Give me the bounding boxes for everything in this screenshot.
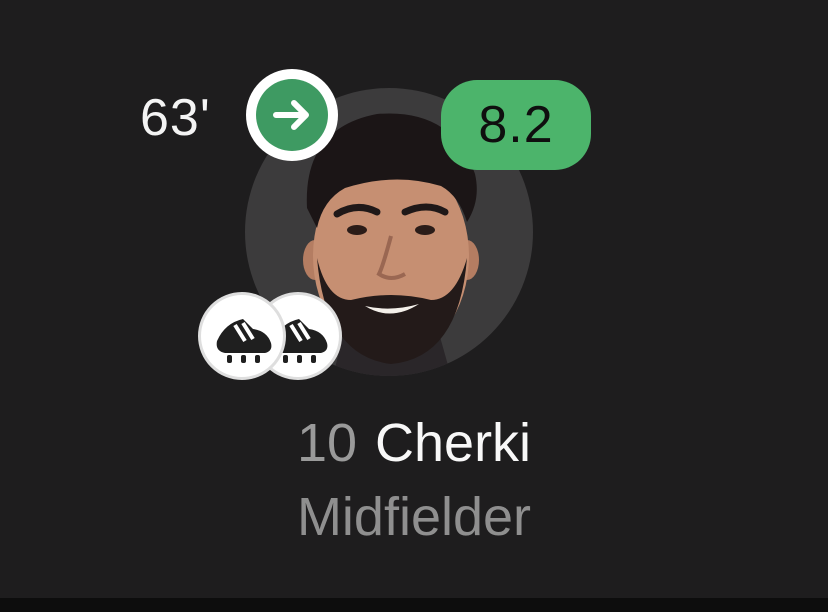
player-rating-badge: 8.2 — [441, 80, 591, 170]
substitution-badge — [246, 69, 338, 161]
player-position: Midfielder — [296, 487, 532, 547]
substitution-minute: 63' — [140, 89, 211, 147]
arrow-right-icon — [256, 79, 328, 151]
shirt-number: 10 — [296, 413, 358, 473]
player-surname: Cherki — [375, 413, 532, 473]
player-card[interactable]: 63' 8.2 10 Cherki Midfielder — [0, 0, 828, 598]
football-boot-icon — [198, 292, 286, 380]
bottom-strip — [0, 598, 828, 612]
player-name: 10 Cherki — [0, 408, 828, 478]
